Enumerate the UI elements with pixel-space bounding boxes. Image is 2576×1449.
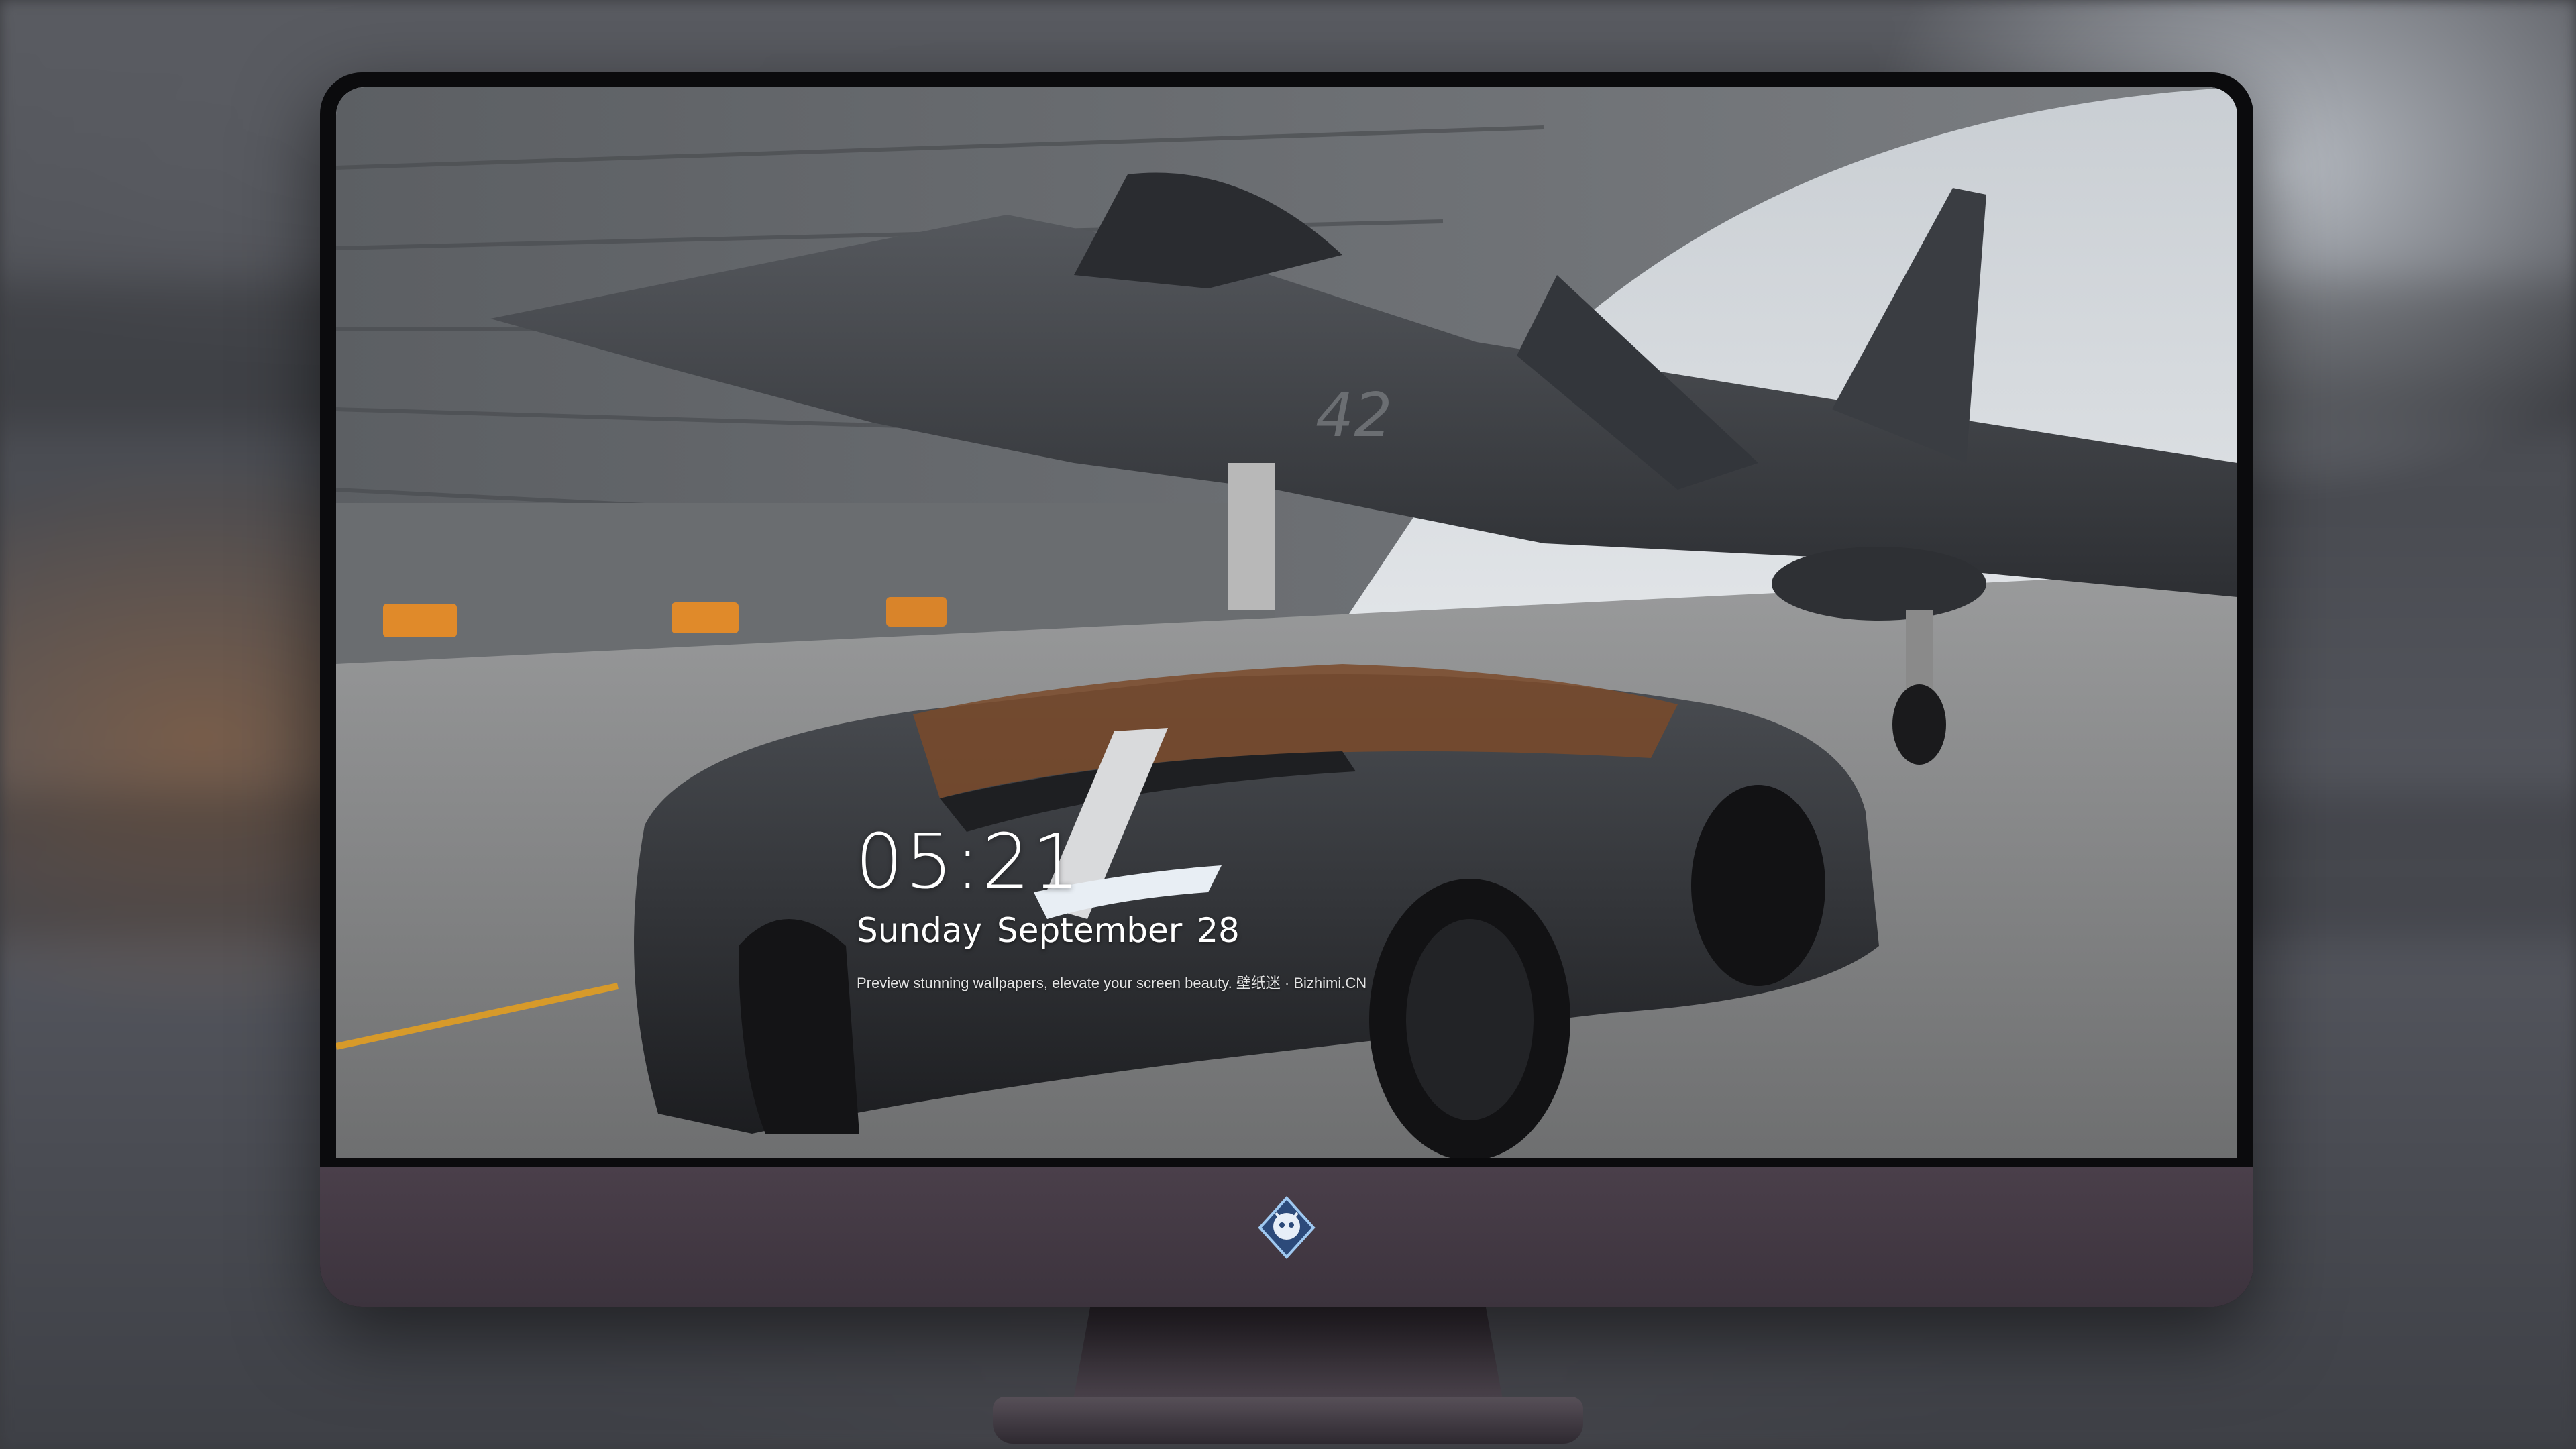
screen: 42 05:21 Sunday September 28 Preview stu… <box>336 87 2237 1158</box>
wall-light <box>383 604 457 637</box>
wall-light <box>672 602 739 633</box>
monitor: 42 05:21 Sunday September 28 Preview stu… <box>320 72 2253 1307</box>
monitor-chin <box>320 1167 2253 1307</box>
monitor-stand-foot <box>993 1397 1583 1444</box>
wallpaper: 42 <box>336 87 2237 1158</box>
wallpaper-caption: Preview stunning wallpapers, elevate you… <box>857 975 1367 991</box>
lock-screen-date: Sunday September 28 <box>857 911 1240 950</box>
monitor-stand-neck <box>1073 1305 1503 1399</box>
brand-logo <box>1258 1196 1316 1259</box>
lock-screen-time: 05:21 <box>855 818 1082 906</box>
wall-light <box>886 597 947 627</box>
svg-text:42: 42 <box>1316 380 1393 451</box>
